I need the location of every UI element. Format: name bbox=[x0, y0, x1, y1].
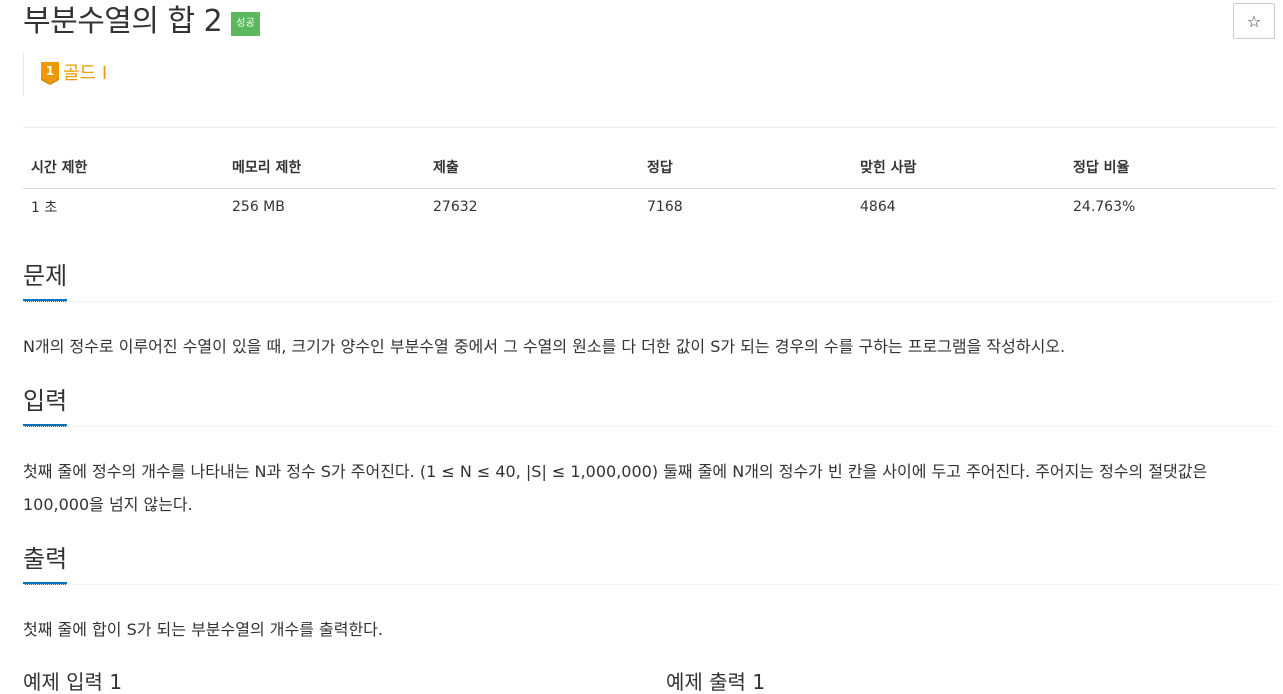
table-header-row: 시간 제한 메모리 제한 제출 정답 맞힌 사람 정답 비율 bbox=[23, 146, 1277, 189]
star-button[interactable]: ☆ bbox=[1233, 3, 1275, 39]
header-accepted: 정답 bbox=[639, 146, 852, 189]
divider bbox=[23, 127, 1277, 128]
status-badge: 성공 bbox=[231, 12, 260, 36]
tier-label: 골드 I bbox=[63, 63, 108, 84]
value-accept-ratio: 24.763% bbox=[1073, 199, 1136, 216]
tier-gold-icon: 1 bbox=[41, 62, 59, 85]
sample-input-title: 예제 입력 1 bbox=[23, 670, 123, 694]
input-description: 첫째 줄에 정수의 개수를 나타내는 N과 정수 S가 주어진다. (1 ≤ N… bbox=[23, 462, 1208, 514]
header-memory-limit: 메모리 제한 bbox=[224, 146, 425, 189]
section-title-problem: 문제 bbox=[23, 261, 68, 302]
problem-info-table: 시간 제한 메모리 제한 제출 정답 맞힌 사람 정답 비율 1 초 256 M… bbox=[23, 146, 1277, 226]
section-divider bbox=[23, 301, 1277, 302]
value-memory-limit: 256 MB bbox=[232, 199, 285, 216]
header-submissions: 제출 bbox=[425, 146, 639, 189]
section-divider bbox=[23, 426, 1277, 427]
header-accept-ratio: 정답 비율 bbox=[1065, 146, 1277, 189]
section-title-input: 입력 bbox=[23, 386, 68, 427]
star-icon: ☆ bbox=[1246, 11, 1262, 31]
header-time-limit: 시간 제한 bbox=[23, 146, 224, 189]
output-description: 첫째 줄에 합이 S가 되는 부분수열의 개수를 출력한다. bbox=[23, 620, 383, 639]
tier-badge[interactable]: 1 골드 I bbox=[23, 53, 107, 95]
table-row: 1 초 256 MB 27632 7168 4864 24.763% bbox=[23, 188, 1277, 226]
sample-output-title: 예제 출력 1 bbox=[666, 670, 766, 694]
value-solved-users[interactable]: 4864 bbox=[852, 188, 1065, 226]
section-divider bbox=[23, 584, 1277, 585]
problem-description: N개의 정수로 이루어진 수열이 있을 때, 크기가 양수인 부분수열 중에서 … bbox=[23, 337, 1066, 356]
title-row: 부분수열의 합 2 성공 bbox=[23, 2, 260, 42]
page-title: 부분수열의 합 2 bbox=[23, 4, 223, 39]
section-title-output: 출력 bbox=[23, 544, 68, 585]
value-submissions[interactable]: 27632 bbox=[425, 188, 639, 226]
value-time-limit: 1 초 bbox=[31, 200, 58, 217]
header-solved-users: 맞힌 사람 bbox=[852, 146, 1065, 189]
tier-level-number: 1 bbox=[46, 64, 54, 78]
value-accepted[interactable]: 7168 bbox=[639, 188, 852, 226]
